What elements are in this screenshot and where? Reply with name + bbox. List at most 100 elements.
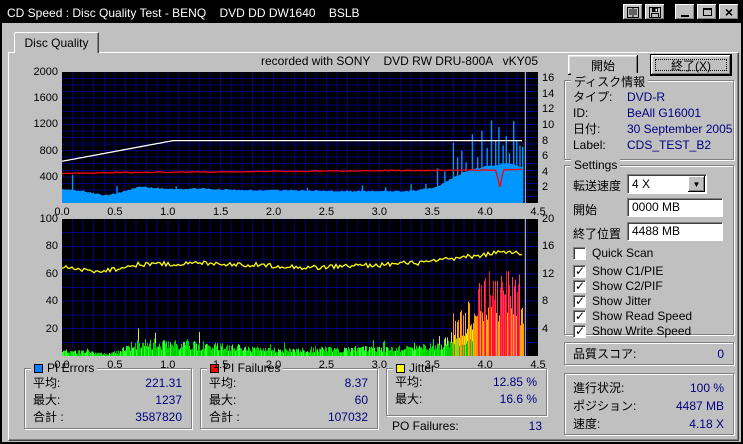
pi-failures-jitter-chart[interactable] — [62, 219, 538, 356]
checkbox-box[interactable] — [573, 264, 586, 278]
y-right-tick-label: 16 — [542, 72, 555, 85]
y-left-tick-label: 400 — [39, 170, 58, 183]
progress-label: 進行状況: — [573, 381, 625, 395]
y-right-tick-label: 20 — [542, 213, 555, 225]
checkbox-show-write-speed[interactable]: Show Write Speed — [573, 324, 691, 338]
y-right-tick-label: 16 — [542, 240, 555, 253]
y-right-tick-label: 8 — [542, 134, 549, 147]
max-label: 最大: — [33, 393, 61, 407]
checkbox-label: Quick Scan — [592, 246, 654, 260]
x-tick-label: 1.5 — [213, 359, 229, 371]
pi-errors-legend-swatch — [34, 363, 43, 373]
checkbox-show-c2-pif[interactable]: Show C2/PIF — [573, 279, 663, 293]
avg-label: 平均: — [33, 376, 61, 390]
pi-errors-chart[interactable] — [62, 72, 538, 203]
pi-failures-stats-group: PI Failures 平均: 8.37 最大: 60 合計 :107032 — [200, 361, 378, 429]
checkbox-box[interactable] — [573, 324, 586, 338]
y-right-tick-label: 14 — [542, 87, 555, 100]
x-tick-label: 1.0 — [160, 206, 176, 218]
recorded-with-label: recorded with SONY DVD RW DRU-800A vKY05 — [261, 54, 538, 68]
disc-type-value: DVD-R — [627, 89, 665, 104]
checkbox-show-c1-pie[interactable]: Show C1/PIE — [573, 264, 663, 278]
checkbox-box[interactable] — [573, 246, 586, 260]
total-label: 合計 : — [209, 410, 240, 424]
x-tick-label: 1.0 — [160, 359, 176, 371]
y-left-tick-label: 20 — [45, 322, 58, 335]
tab-disc-quality[interactable]: Disc Quality — [14, 32, 99, 53]
x-tick-label: 0.5 — [107, 359, 123, 371]
window-title: CD Speed : Disc Quality Test - BENQ DVD … — [7, 5, 360, 20]
maximize-icon — [702, 8, 712, 16]
combo-drop-button[interactable]: ▼ — [688, 176, 705, 192]
speed-label: 転送速度 — [573, 179, 622, 193]
save-button[interactable] — [645, 4, 665, 20]
chevron-down-icon: ▼ — [692, 179, 701, 189]
checkbox-label: Show Write Speed — [592, 324, 692, 338]
speed-value: 4 X — [632, 177, 651, 191]
po-failures-label: PO Failures: — [392, 419, 459, 433]
maximize-button[interactable] — [697, 4, 717, 20]
disc-info-group: ディスク情報 タイプ: DVD-R ID: BeAll G16001 日付: 30 S… — [564, 73, 734, 160]
disc-label-label: Label: — [573, 137, 606, 152]
total-value: 3587820 — [135, 409, 182, 424]
y-right-tick-label: 12 — [542, 103, 555, 116]
y-right-tick-label: 12 — [542, 267, 555, 280]
minimize-icon — [681, 15, 689, 17]
checkbox-label: Show Jitter — [592, 294, 652, 308]
y-left-tick-label: 2000 — [33, 66, 58, 78]
x-tick-label: 4.5 — [530, 359, 546, 371]
start-pos-field[interactable]: 0000 MB — [627, 198, 723, 217]
max-label: 最大: — [395, 392, 423, 406]
end-pos-label: 終了位置 — [573, 227, 622, 241]
close-button[interactable]: × — [719, 4, 739, 20]
position-label: ポジション: — [573, 399, 637, 413]
avg-value: 221.31 — [145, 375, 182, 390]
disc-date-value: 30 September 2005 — [627, 121, 733, 136]
y-left-tick-label: 800 — [39, 144, 58, 157]
cd-speed-window: CD Speed : Disc Quality Test - BENQ DVD … — [0, 0, 743, 444]
max-value: 1237 — [155, 392, 182, 407]
checkbox-box[interactable] — [573, 294, 586, 308]
y-right-tick-label: 4 — [542, 165, 549, 178]
minimize-button[interactable] — [675, 4, 695, 20]
y-left-tick-label: 100 — [39, 213, 58, 225]
title-bar: CD Speed : Disc Quality Test - BENQ DVD … — [2, 2, 741, 23]
x-tick-label: 3.5 — [424, 359, 440, 371]
x-tick-label: 0.0 — [54, 359, 70, 371]
y-left-tick-label: 80 — [45, 240, 58, 253]
disc-date-label: 日付: — [573, 122, 601, 136]
speed-combobox[interactable]: 4 X ▼ — [627, 174, 707, 194]
checkbox-quick-scan[interactable]: Quick Scan — [573, 246, 653, 260]
x-tick-label: 2.0 — [265, 359, 282, 371]
checkbox-label: Show C2/PIF — [592, 279, 663, 293]
checkbox-label: Show C1/PIE — [592, 264, 664, 278]
max-label: 最大: — [209, 393, 237, 407]
checkbox-show-jitter[interactable]: Show Jitter — [573, 294, 651, 308]
y-right-tick-label: 6 — [542, 150, 549, 163]
settings-group: Settings 転送速度 4 X ▼ 開始 0000 MB 終了位置 4488… — [564, 158, 734, 338]
position-value: 4487 MB — [675, 398, 724, 413]
checkbox-box[interactable] — [573, 279, 586, 293]
end-pos-field[interactable]: 4488 MB — [627, 222, 723, 241]
checkbox-box[interactable] — [573, 309, 586, 323]
y-right-tick-label: 10 — [542, 119, 555, 132]
report-icon — [627, 6, 639, 18]
disc-type-label: タイプ: — [573, 90, 613, 104]
exit-button[interactable]: 終了(X) — [650, 54, 732, 76]
speed-stat-label: 速度: — [573, 417, 601, 431]
jitter-legend-swatch — [396, 363, 405, 373]
titlebar-buttons: × — [621, 4, 739, 20]
checkbox-show-read-speed[interactable]: Show Read Speed — [573, 309, 692, 323]
report-button[interactable] — [623, 4, 643, 20]
y-left-tick-label: 1600 — [33, 92, 58, 105]
quality-score-value: 0 — [717, 346, 724, 361]
x-tick-label: 2.5 — [318, 206, 335, 218]
start-button[interactable]: 開始 — [568, 55, 638, 75]
tab-label: Disc Quality — [24, 36, 89, 50]
quality-score-group: 品質スコア: 0 — [564, 342, 734, 365]
start-pos-value: 0000 MB — [632, 200, 681, 214]
avg-label: 平均: — [395, 375, 423, 389]
total-value: 107032 — [327, 409, 368, 424]
close-icon: × — [724, 4, 734, 20]
avg-label: 平均: — [209, 376, 237, 390]
